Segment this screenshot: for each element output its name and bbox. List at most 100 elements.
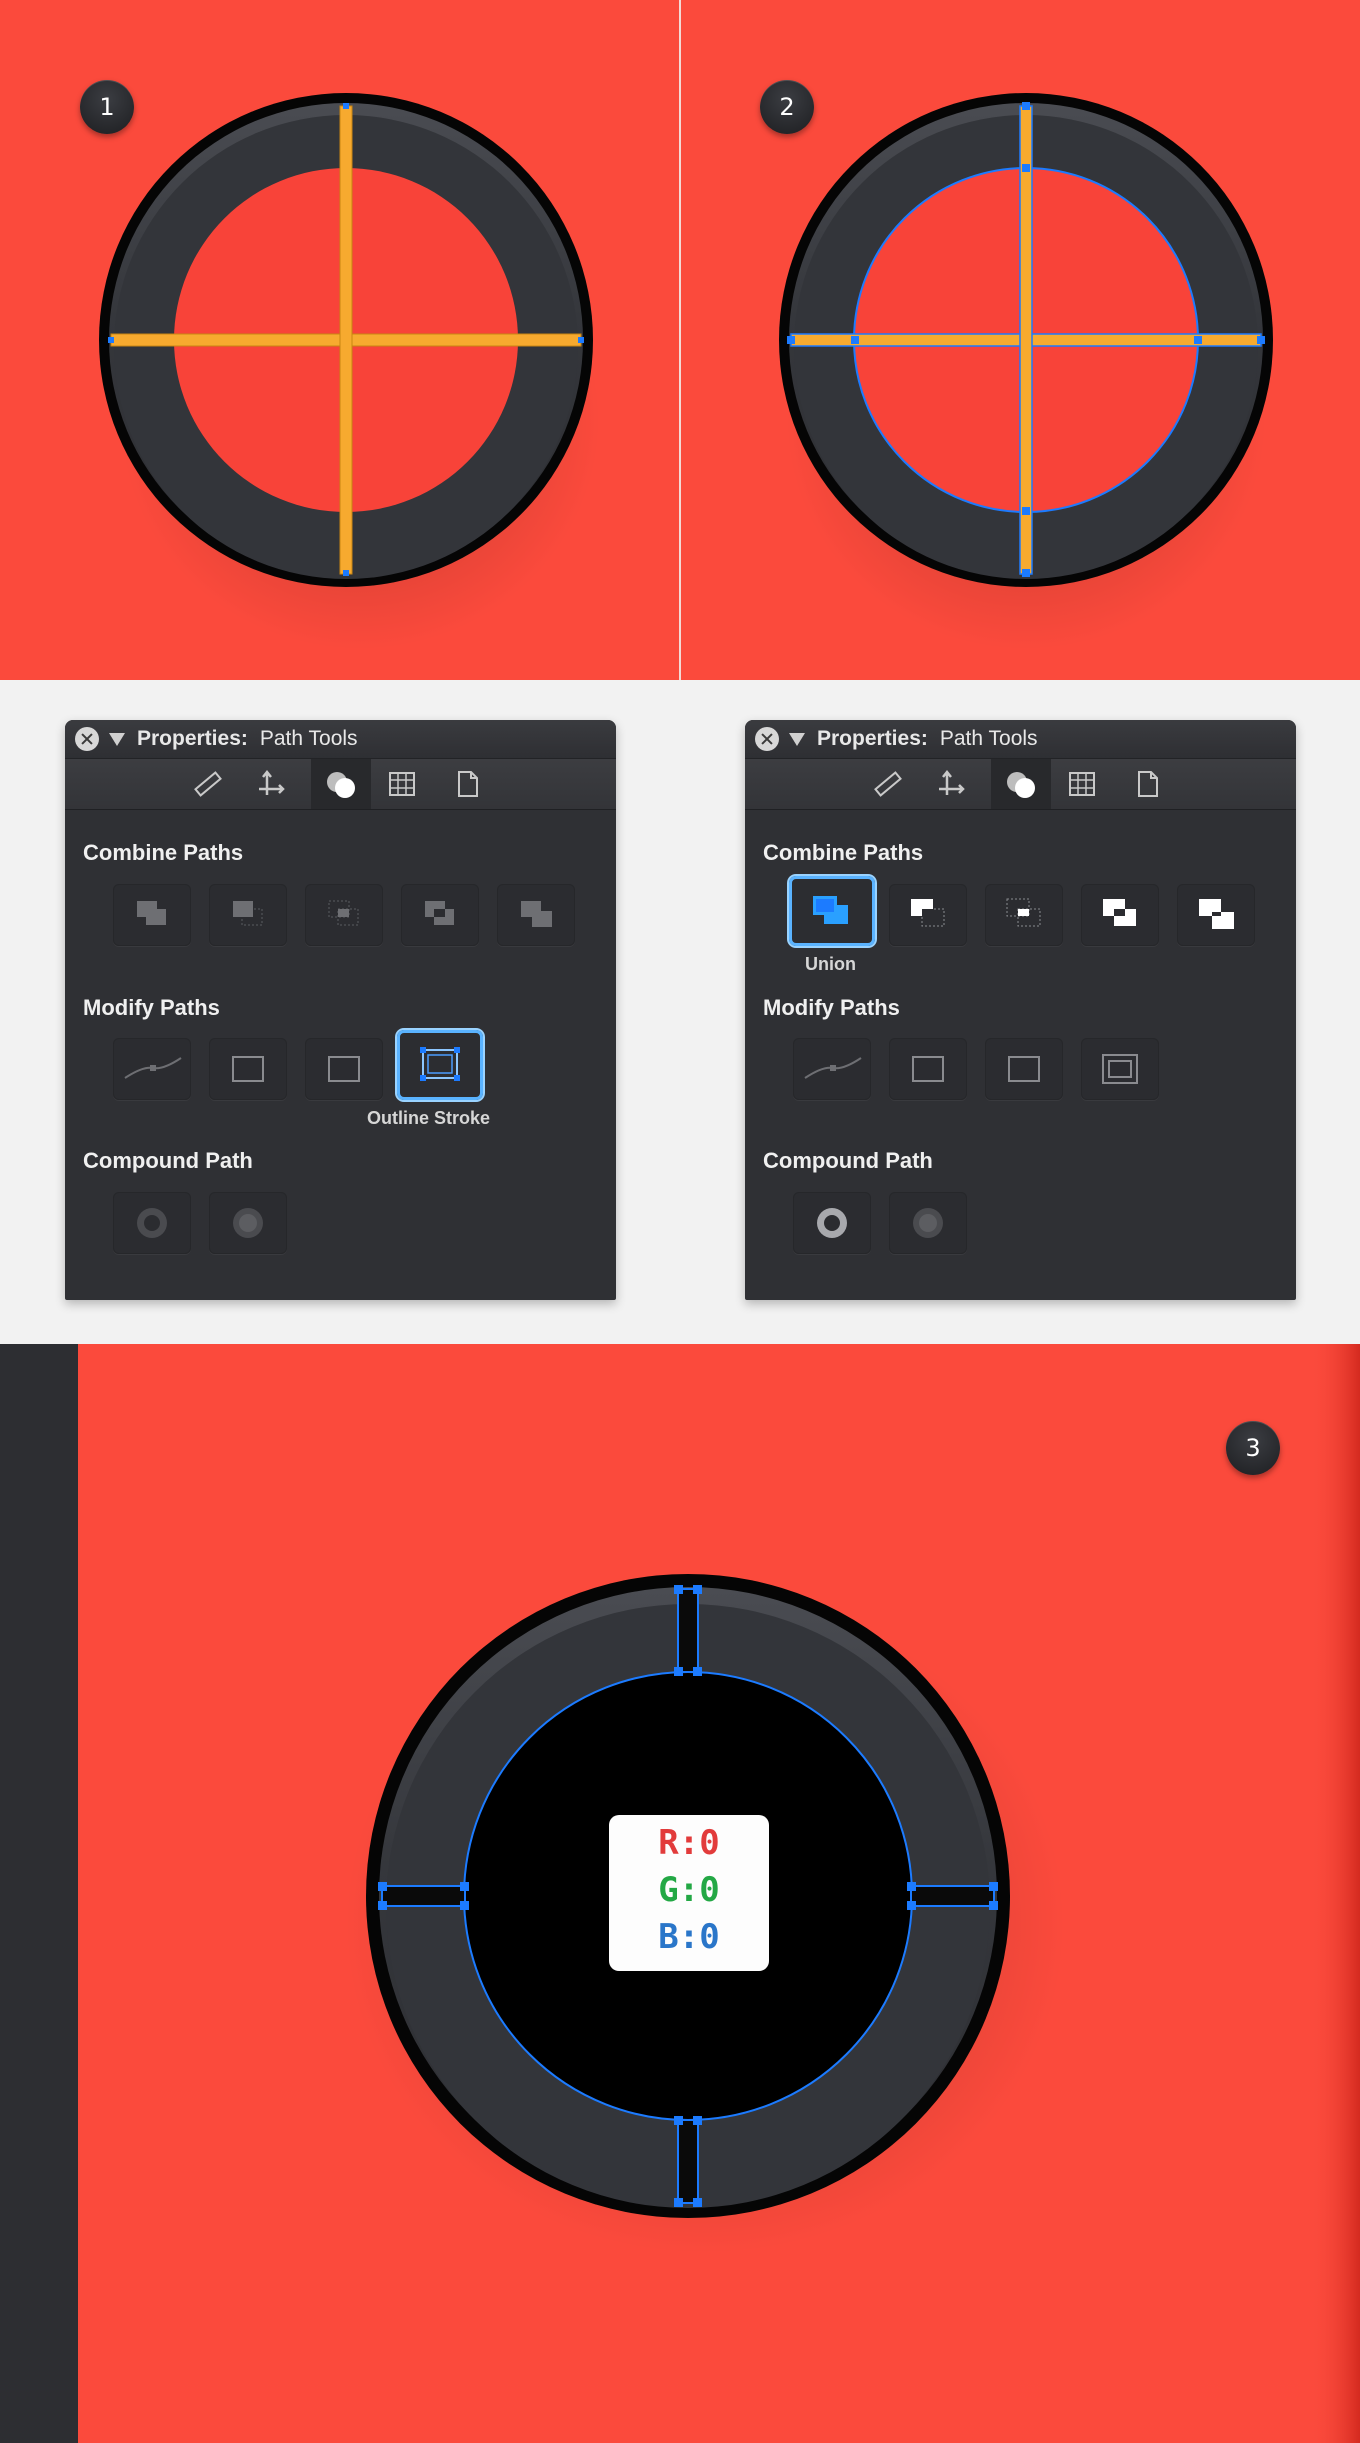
rgb-red-value: R:0 [658, 1823, 720, 1863]
make-compound-button[interactable] [113, 1192, 191, 1254]
close-icon[interactable] [75, 727, 99, 751]
outline-stroke-button[interactable] [397, 1030, 483, 1100]
panel-titlebar[interactable]: Properties: Path Tools [65, 720, 616, 759]
ruler-icon[interactable] [193, 769, 223, 799]
step-badge: 2 [760, 80, 814, 134]
release-compound-button[interactable] [209, 1192, 287, 1254]
smooth-path-icon [804, 1057, 862, 1079]
make-compound-icon [817, 1208, 847, 1238]
panel-toolbar [65, 759, 616, 810]
section-combine-paths: Combine Paths [763, 840, 924, 865]
subtract-icon [911, 899, 945, 927]
reverse-icon [328, 1056, 360, 1082]
anchor-point [851, 336, 859, 344]
properties-panel: Properties: Path Tools Combine Paths [65, 720, 616, 1300]
smooth-path-icon [124, 1057, 182, 1079]
flatten-button[interactable] [209, 1038, 287, 1100]
color-swatch-card: R:0 G:0 B:0 [609, 1815, 769, 1971]
close-icon[interactable] [755, 727, 779, 751]
union-button[interactable] [789, 876, 875, 946]
smooth-path-button[interactable] [113, 1038, 191, 1100]
outlined-segment-bottom [677, 2119, 699, 2204]
move-arrows-icon[interactable] [255, 769, 285, 799]
subtract-button[interactable] [209, 884, 287, 946]
edge-shade [1310, 1344, 1360, 2443]
panel-toolbar [745, 759, 1296, 810]
vertical-guide-bar [339, 105, 353, 575]
reverse-button[interactable] [305, 1038, 383, 1100]
shapes-circles-icon [327, 772, 355, 798]
anchor-point [1022, 569, 1030, 577]
anchor-point [578, 337, 584, 343]
artboard-step-1: 1 [0, 0, 679, 680]
exclude-button[interactable] [1081, 884, 1159, 946]
release-compound-icon [913, 1208, 943, 1238]
anchor-point [343, 570, 349, 576]
panel-titlebar[interactable]: Properties: Path Tools [745, 720, 1296, 759]
shapes-circles-icon [1007, 772, 1035, 798]
union-icon [137, 901, 166, 925]
exclude-button[interactable] [401, 884, 479, 946]
dark-sidebar-strip [0, 1344, 78, 2443]
section-combine-paths: Combine Paths [83, 840, 244, 865]
outlined-segment-left [381, 1885, 466, 1907]
flatten-icon [232, 1056, 264, 1082]
union-caption: Union [805, 954, 856, 974]
anchor-point [343, 103, 349, 109]
subtract-icon [233, 901, 263, 926]
anchor-point [1257, 336, 1265, 344]
subtract-button[interactable] [889, 884, 967, 946]
exclude-icon [1103, 899, 1136, 926]
anchor-point [1022, 102, 1030, 110]
disclosure-triangle-icon[interactable] [789, 732, 805, 746]
section-compound-path: Compound Path [83, 1148, 253, 1173]
outline-stroke-icon [1102, 1054, 1138, 1084]
divide-button[interactable] [1177, 884, 1255, 946]
rgb-green-value: G:0 [658, 1870, 720, 1910]
divide-icon [1199, 899, 1234, 929]
shapes-tab[interactable] [991, 759, 1051, 809]
document-icon[interactable] [1133, 769, 1163, 799]
panel-title-label: Properties: [137, 727, 248, 750]
divide-button[interactable] [497, 884, 575, 946]
properties-panel: Properties: Path Tools Combine Paths [745, 720, 1296, 1300]
anchor-point [1022, 164, 1030, 172]
reverse-icon [1008, 1056, 1040, 1082]
section-compound-path: Compound Path [763, 1148, 933, 1173]
panel-title-label: Properties: [817, 727, 928, 750]
anchor-point [787, 336, 795, 344]
union-icon [813, 896, 848, 924]
vertical-guide-bar [1019, 105, 1033, 575]
panel-title-value: Path Tools [939, 727, 1038, 750]
intersect-icon [1006, 898, 1041, 927]
grid-icon[interactable] [387, 769, 417, 799]
document-icon[interactable] [453, 769, 483, 799]
reverse-button[interactable] [985, 1038, 1063, 1100]
anchor-point [1194, 336, 1202, 344]
union-button[interactable] [113, 884, 191, 946]
flatten-button[interactable] [889, 1038, 967, 1100]
artboard-step-2: 2 [681, 0, 1360, 680]
release-compound-icon [233, 1208, 263, 1238]
section-modify-paths: Modify Paths [763, 995, 900, 1020]
make-compound-icon [137, 1208, 167, 1238]
flatten-icon [912, 1056, 944, 1082]
make-compound-button[interactable] [793, 1192, 871, 1254]
disclosure-triangle-icon[interactable] [109, 732, 125, 746]
anchor-point [108, 337, 114, 343]
smooth-path-button[interactable] [793, 1038, 871, 1100]
outline-stroke-button[interactable] [1081, 1038, 1159, 1100]
intersect-button[interactable] [305, 884, 383, 946]
outlined-segment-right [910, 1885, 995, 1907]
ruler-icon[interactable] [873, 769, 903, 799]
release-compound-button[interactable] [889, 1192, 967, 1254]
panel-title-value: Path Tools [259, 727, 358, 750]
anchor-point [1022, 507, 1030, 515]
intersect-button[interactable] [985, 884, 1063, 946]
grid-icon[interactable] [1067, 769, 1097, 799]
shapes-tab[interactable] [311, 759, 371, 809]
intersect-icon [328, 900, 359, 926]
outline-stroke-caption: Outline Stroke [367, 1108, 491, 1128]
move-arrows-icon[interactable] [935, 769, 965, 799]
exclude-icon [425, 901, 454, 925]
